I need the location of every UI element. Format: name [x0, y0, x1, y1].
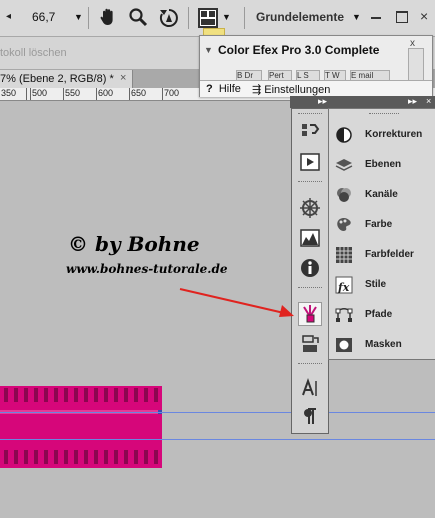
close-window-button[interactable]: × [420, 8, 428, 24]
toolbar-divider [88, 7, 89, 29]
restore-icon[interactable] [396, 11, 408, 23]
layers-icon [335, 159, 353, 171]
red-arrow-annotation [179, 288, 294, 317]
history-icon[interactable] [299, 121, 321, 143]
panel-item-kanaele[interactable]: Kanäle [335, 184, 435, 206]
zoom-tool-icon[interactable] [128, 7, 148, 27]
panel-item-korrekturen[interactable]: Korrekturen [335, 124, 435, 146]
strip-grip[interactable] [298, 113, 322, 118]
strip-grip[interactable] [298, 181, 322, 186]
guide-line[interactable] [0, 412, 435, 413]
panel-item-label: Stile [365, 279, 387, 290]
panel-icon-strip [291, 108, 329, 434]
panel-item-label: Farbfelder [365, 249, 414, 260]
actions-icon[interactable] [299, 151, 321, 173]
ruler-label: 700 [164, 88, 180, 98]
collapse-strip-icon[interactable]: ▸▸ [318, 96, 327, 107]
clear-history-button[interactable]: tokoll löschen [0, 47, 67, 59]
panel-item-ebenen[interactable]: Ebenen [335, 154, 435, 176]
help-label: Hilfe [218, 83, 241, 95]
panel-item-label: Pfade [365, 309, 393, 320]
close-document-icon[interactable]: × [120, 72, 126, 84]
ruler-tick [96, 88, 97, 100]
settings-label: Einstellungen [264, 84, 331, 96]
ruler-label: 550 [65, 88, 81, 98]
layer-comps-icon[interactable] [299, 333, 321, 355]
toolbar-divider [244, 7, 245, 29]
ruler-label: 600 [98, 88, 114, 98]
ruler-tick [129, 88, 130, 100]
document-tab[interactable]: 7% (Ebene 2, RGB/8) * × [0, 70, 133, 88]
panel-item-label: Kanäle [365, 189, 398, 200]
ruler-tick [63, 88, 64, 100]
arrange-documents-icon[interactable] [198, 8, 218, 28]
zoom-decrease-icon[interactable]: ◂ [6, 11, 11, 22]
panel-item-farbfelder[interactable]: Farbfelder [335, 244, 435, 266]
histogram-icon[interactable] [299, 227, 321, 249]
watermark-url: www.bohnes-tutorale.de [66, 262, 228, 276]
collapse-arrow-icon[interactable]: ▼ [204, 45, 213, 55]
zoom-dropdown-icon[interactable]: ▼ [74, 12, 83, 22]
close-dock-icon[interactable]: × [426, 96, 431, 106]
panel-dock-header: ▸▸ ▸▸ × [290, 96, 435, 108]
collapse-dock-icon[interactable]: ▸▸ [408, 96, 417, 107]
ruler-label: 350 [1, 88, 17, 98]
panel-item-label: Korrekturen [365, 129, 423, 140]
list-grip[interactable] [369, 113, 399, 118]
paths-icon [335, 308, 353, 322]
pink-ribbon-shape [0, 386, 162, 468]
color-efex-plugin-icon[interactable] [298, 302, 322, 326]
character-icon[interactable] [299, 377, 321, 399]
info-icon[interactable] [299, 257, 321, 279]
strip-grip[interactable] [298, 363, 322, 368]
ruler-label: 500 [32, 88, 48, 98]
panel-item-farbe[interactable]: Farbe [335, 214, 435, 236]
settings-button[interactable]: ⇶ Einstellungen [252, 83, 330, 96]
svg-text:fx: fx [337, 281, 350, 294]
panel-list: Korrekturen Ebenen Kanäle Farbe Farbfeld… [328, 108, 435, 360]
workspace-switcher[interactable]: Grundelemente [256, 10, 344, 24]
zoom-level-value[interactable]: 66,7 [32, 10, 55, 24]
panel-footer: ? Hilfe ⇶ Einstellungen [200, 80, 432, 97]
watermark-title: © by Bohne [68, 232, 200, 256]
panel-item-pfade[interactable]: Pfade [335, 304, 435, 326]
swatches-icon [336, 247, 352, 263]
panel-item-label: Masken [365, 339, 402, 350]
styles-icon: fx [335, 276, 353, 294]
arrange-dropdown-icon[interactable]: ▼ [222, 12, 231, 22]
panel-item-label: Farbe [365, 219, 393, 230]
rotate-view-icon[interactable] [158, 7, 180, 29]
color-icon [337, 218, 351, 231]
navigator-icon[interactable] [299, 197, 321, 219]
panel-item-label: Ebenen [365, 159, 402, 170]
document-tab-label: 7% (Ebene 2, RGB/8) * [0, 73, 114, 85]
hand-tool-icon[interactable] [98, 7, 118, 27]
masks-icon [336, 338, 352, 352]
ruler-tick [26, 88, 27, 100]
panel-item-masken[interactable]: Masken [335, 334, 435, 356]
help-button[interactable]: ? Hilfe [206, 83, 241, 95]
strip-grip[interactable] [298, 287, 322, 292]
paragraph-icon[interactable] [299, 405, 321, 427]
workspace-dropdown-icon[interactable]: ▼ [352, 12, 361, 22]
guide-line[interactable] [0, 439, 435, 440]
toolbar-divider [188, 7, 189, 29]
ruler-tick [30, 88, 31, 100]
panel-title: Color Efex Pro 3.0 Complete [218, 43, 380, 57]
ruler-tick [162, 88, 163, 100]
ruler-label: 650 [131, 88, 147, 98]
channels-icon [337, 188, 351, 202]
color-efex-panel: ▼ Color Efex Pro 3.0 Complete x B Dr Per… [199, 35, 433, 97]
panel-item-stile[interactable]: fx Stile [335, 274, 435, 296]
minimize-icon[interactable] [371, 17, 381, 19]
adjustments-icon [336, 127, 352, 143]
